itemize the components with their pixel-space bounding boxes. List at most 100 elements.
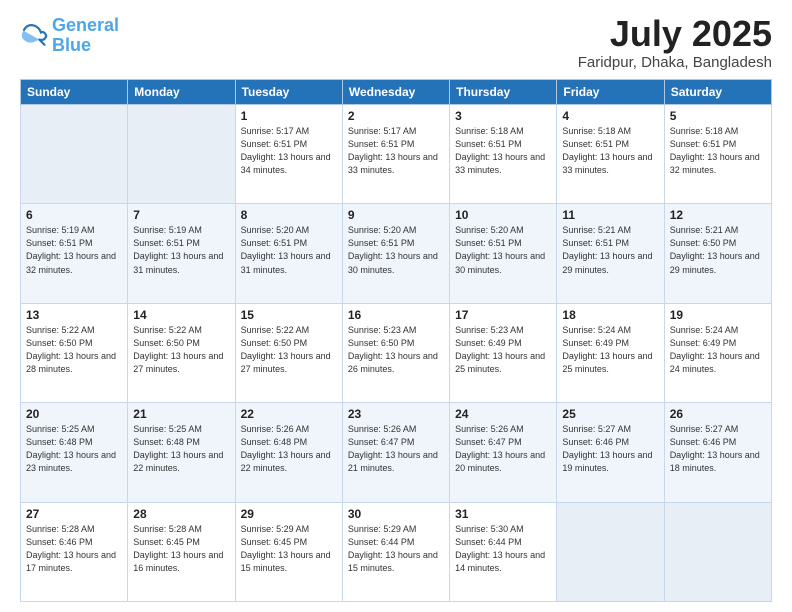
calendar-cell [128,105,235,204]
calendar-cell: 13Sunrise: 5:22 AM Sunset: 6:50 PM Dayli… [21,303,128,402]
calendar-cell: 12 Sunrise: 5:21 AM Sunset: 6:50 PM Dayli… [664,204,771,303]
calendar-cell: 24 Sunrise: 5:26 AM Sunset: 6:47 PM Dayli… [450,403,557,502]
day-info: Sunrise: 5:28 AM Sunset: 6:45 PM Dayligh… [133,523,229,575]
calendar-cell: 29 Sunrise: 5:29 AM Sunset: 6:45 PM Dayli… [235,502,342,601]
calendar-cell: 25Sunrise: 5:27 AM Sunset: 6:46 PM Dayli… [557,403,664,502]
day-info: Sunrise: 5:22 AM Sunset: 6:50 PM Dayligh… [133,324,229,376]
day-number: 2 [348,109,444,123]
calendar-cell: 28 Sunrise: 5:28 AM Sunset: 6:45 PM Dayli… [128,502,235,601]
calendar-cell: 31 Sunrise: 5:30 AM Sunset: 6:44 PM Dayli… [450,502,557,601]
day-info: Sunrise: 5:30 AM Sunset: 6:44 PM Dayligh… [455,523,551,575]
day-info: Sunrise: 5:22 AM Sunset: 6:50 PM Dayligh… [241,324,337,376]
calendar-table: Sunday Monday Tuesday Wednesday Thursday… [20,79,772,602]
header-tuesday: Tuesday [235,80,342,105]
calendar-cell: 23 Sunrise: 5:26 AM Sunset: 6:47 PM Dayli… [342,403,449,502]
calendar-cell: 14 Sunrise: 5:22 AM Sunset: 6:50 PM Dayli… [128,303,235,402]
month-title: July 2025 [578,16,772,52]
calendar-cell: 15 Sunrise: 5:22 AM Sunset: 6:50 PM Dayli… [235,303,342,402]
calendar-cell: 9 Sunrise: 5:20 AM Sunset: 6:51 PM Daylig… [342,204,449,303]
location: Faridpur, Dhaka, Bangladesh [578,54,772,71]
calendar-week-row: 20 Sunrise: 5:25 AM Sunset: 6:48 PM Dayli… [21,403,772,502]
calendar-cell: 7Sunrise: 5:19 AM Sunset: 6:51 PM Daylig… [128,204,235,303]
calendar-cell [21,105,128,204]
day-number: 7 [133,208,229,222]
day-info: Sunrise: 5:29 AM Sunset: 6:45 PM Dayligh… [241,523,337,575]
calendar-week-row: 27 Sunrise: 5:28 AM Sunset: 6:46 PM Dayli… [21,502,772,601]
day-number: 10 [455,208,551,222]
day-info: Sunrise: 5:29 AM Sunset: 6:44 PM Dayligh… [348,523,444,575]
day-info: Sunrise: 5:17 AM Sunset: 6:51 PM Dayligh… [348,125,444,177]
header-friday: Friday [557,80,664,105]
day-number: 4 [562,109,658,123]
calendar-cell: 30 Sunrise: 5:29 AM Sunset: 6:44 PM Dayli… [342,502,449,601]
day-number: 14 [133,308,229,322]
day-info: Sunrise: 5:26 AM Sunset: 6:48 PM Dayligh… [241,423,337,475]
calendar-cell: 2 Sunrise: 5:17 AM Sunset: 6:51 PM Daylig… [342,105,449,204]
calendar-week-row: 13 Sunrise: 5:22 AM Sunset: 6:50 PM Dayli… [21,303,772,402]
calendar-cell [664,502,771,601]
day-number: 21 [133,407,229,421]
day-number: 9 [348,208,444,222]
day-number: 3 [455,109,551,123]
day-info: Sunrise: 5:24 AM Sunset: 6:49 PM Dayligh… [562,324,658,376]
calendar-cell: 4 Sunrise: 5:18 AM Sunset: 6:51 PM Daylig… [557,105,664,204]
calendar-week-row: 6 Sunrise: 5:19 AM Sunset: 6:51 PM Daylig… [21,204,772,303]
calendar-cell: 19Sunrise: 5:24 AM Sunset: 6:49 PM Dayli… [664,303,771,402]
day-info: Sunrise: 5:17 AM Sunset: 6:51 PM Dayligh… [241,125,337,177]
day-info: Sunrise: 5:26 AM Sunset: 6:47 PM Dayligh… [348,423,444,475]
day-info: Sunrise: 5:27 AM Sunset: 6:46 PM Dayligh… [562,423,658,475]
day-info: Sunrise: 5:21 AM Sunset: 6:50 PM Dayligh… [670,224,766,276]
day-info: Sunrise: 5:18 AM Sunset: 6:51 PM Dayligh… [562,125,658,177]
calendar-cell: 6 Sunrise: 5:19 AM Sunset: 6:51 PM Daylig… [21,204,128,303]
header-monday: Monday [128,80,235,105]
day-info: Sunrise: 5:25 AM Sunset: 6:48 PM Dayligh… [26,423,122,475]
calendar-cell: 17Sunrise: 5:23 AM Sunset: 6:49 PM Dayli… [450,303,557,402]
logo-text: General Blue [52,16,119,56]
day-number: 13 [26,308,122,322]
calendar-cell [557,502,664,601]
calendar-cell: 26Sunrise: 5:27 AM Sunset: 6:46 PM Dayli… [664,403,771,502]
day-number: 12 [670,208,766,222]
day-number: 28 [133,507,229,521]
day-number: 24 [455,407,551,421]
calendar-week-row: 1 Sunrise: 5:17 AM Sunset: 6:51 PM Daylig… [21,105,772,204]
logo-icon [20,22,48,50]
day-number: 20 [26,407,122,421]
day-number: 5 [670,109,766,123]
calendar-cell: 20 Sunrise: 5:25 AM Sunset: 6:48 PM Dayli… [21,403,128,502]
day-info: Sunrise: 5:19 AM Sunset: 6:51 PM Dayligh… [26,224,122,276]
day-number: 29 [241,507,337,521]
calendar-cell: 5 Sunrise: 5:18 AM Sunset: 6:51 PM Daylig… [664,105,771,204]
day-number: 8 [241,208,337,222]
day-number: 30 [348,507,444,521]
day-info: Sunrise: 5:20 AM Sunset: 6:51 PM Dayligh… [455,224,551,276]
day-info: Sunrise: 5:18 AM Sunset: 6:51 PM Dayligh… [670,125,766,177]
header-saturday: Saturday [664,80,771,105]
day-number: 22 [241,407,337,421]
calendar-header-row: Sunday Monday Tuesday Wednesday Thursday… [21,80,772,105]
day-number: 16 [348,308,444,322]
day-number: 23 [348,407,444,421]
calendar-cell: 22 Sunrise: 5:26 AM Sunset: 6:48 PM Dayli… [235,403,342,502]
day-info: Sunrise: 5:28 AM Sunset: 6:46 PM Dayligh… [26,523,122,575]
day-info: Sunrise: 5:18 AM Sunset: 6:51 PM Dayligh… [455,125,551,177]
header-thursday: Thursday [450,80,557,105]
calendar-cell: 16 Sunrise: 5:23 AM Sunset: 6:50 PM Dayli… [342,303,449,402]
calendar-cell: 21Sunrise: 5:25 AM Sunset: 6:48 PM Dayli… [128,403,235,502]
day-info: Sunrise: 5:20 AM Sunset: 6:51 PM Dayligh… [348,224,444,276]
header-sunday: Sunday [21,80,128,105]
day-number: 1 [241,109,337,123]
day-number: 19 [670,308,766,322]
day-number: 26 [670,407,766,421]
day-info: Sunrise: 5:21 AM Sunset: 6:51 PM Dayligh… [562,224,658,276]
day-number: 27 [26,507,122,521]
day-info: Sunrise: 5:20 AM Sunset: 6:51 PM Dayligh… [241,224,337,276]
day-number: 15 [241,308,337,322]
day-info: Sunrise: 5:26 AM Sunset: 6:47 PM Dayligh… [455,423,551,475]
day-info: Sunrise: 5:23 AM Sunset: 6:50 PM Dayligh… [348,324,444,376]
calendar-cell: 8 Sunrise: 5:20 AM Sunset: 6:51 PM Daylig… [235,204,342,303]
day-number: 18 [562,308,658,322]
day-number: 6 [26,208,122,222]
day-number: 31 [455,507,551,521]
calendar-cell: 18 Sunrise: 5:24 AM Sunset: 6:49 PM Dayli… [557,303,664,402]
